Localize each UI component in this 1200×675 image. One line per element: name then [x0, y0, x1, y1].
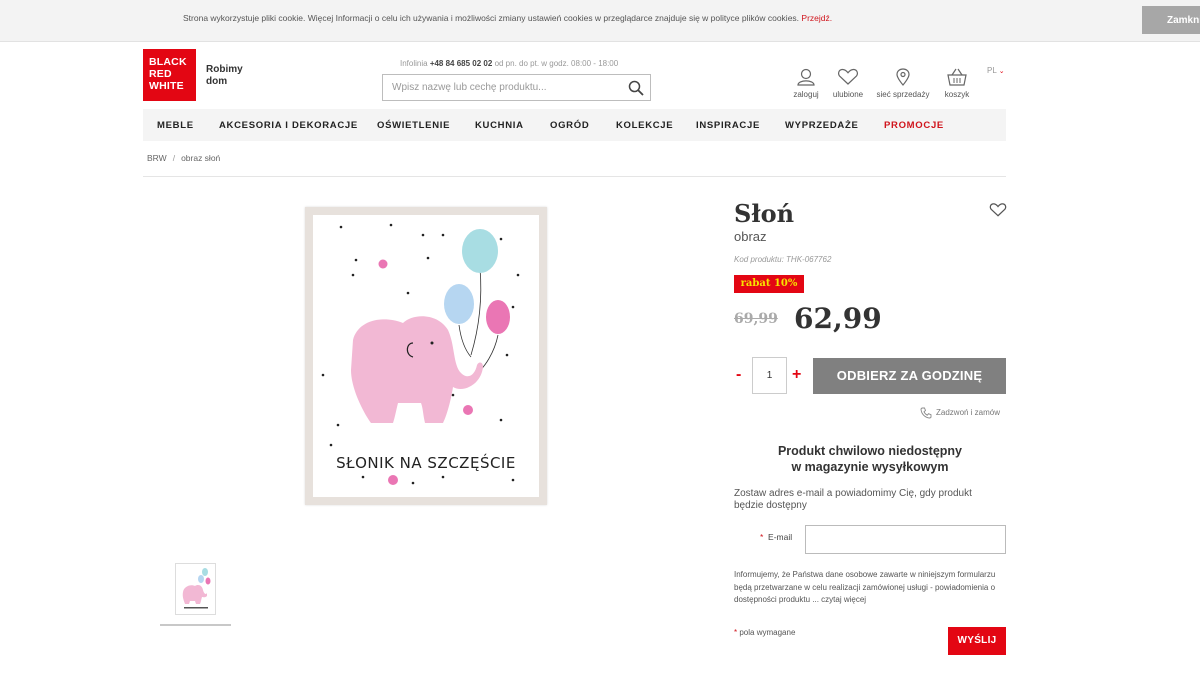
logo-line: RED [149, 68, 172, 80]
discount-badge: rabat 10% [734, 275, 804, 293]
breadcrumb-separator: / [172, 153, 176, 163]
unavailable-line-1: Produkt chwilowo niedostępny [777, 444, 963, 458]
cart-action[interactable]: koszyk [925, 68, 989, 99]
balloon-teal [462, 229, 498, 273]
infoline-hours: od pn. do pt. w godz. 08:00 - 18:00 [494, 59, 619, 68]
elephant [351, 316, 483, 423]
quantity-increase-button[interactable]: + [792, 366, 801, 384]
nav-item-oswietlenie[interactable]: OŚWIETLENIE [377, 120, 450, 131]
cookie-message: Strona wykorzystuje pliki cookie. Więcej… [183, 13, 800, 23]
favorites-label: ulubione [832, 90, 864, 99]
privacy-text: Informujemy, że Państwa dane osobowe zaw… [734, 570, 996, 604]
image-caption: SŁONIK NA SZCZĘŚCIE [336, 453, 516, 472]
pink-dot [378, 259, 388, 269]
email-field[interactable] [805, 525, 1006, 554]
unavailable-message: Produkt chwilowo niedostępny w magazynie… [734, 443, 1006, 475]
cookie-bar: Strona wykorzystuje pliki cookie. Więcej… [0, 0, 1200, 42]
send-button[interactable]: WYŚLIJ [948, 627, 1006, 655]
heart-icon [838, 68, 858, 85]
heart-icon[interactable] [989, 202, 1007, 218]
balloon-pink [486, 300, 510, 334]
notify-description: Zostaw adres e-mail a powiadomimy Cię, g… [734, 488, 972, 511]
brand-tagline: Robimy dom [206, 64, 243, 87]
nav-item-meble[interactable]: MEBLE [157, 120, 194, 131]
login-label: zaloguj [793, 90, 819, 99]
email-field-label: * E-mail [760, 532, 792, 542]
nav-item-wyprzedaze[interactable]: WYPRZEDAŻE [785, 120, 859, 131]
divider [143, 176, 1006, 177]
product-code: Kod produktu: THK-067762 [734, 255, 832, 264]
infoline-phone[interactable]: +48 84 685 02 02 [430, 59, 493, 68]
pink-dot [463, 405, 473, 415]
product-subtitle: obraz [734, 229, 767, 244]
nav-item-kuchnia[interactable]: KUCHNIA [475, 120, 524, 131]
user-icon [797, 68, 815, 86]
language-label: PL [987, 66, 997, 75]
language-selector[interactable]: PL ⌄ [987, 66, 1005, 75]
pickup-in-hour-button[interactable]: ODBIERZ ZA GODZINĘ [813, 358, 1006, 394]
required-fields-note: * pola wymagane [734, 628, 795, 637]
unavailable-line-2: w magazynie wysyłkowym [791, 460, 949, 474]
breadcrumb-current: obraz słoń [181, 153, 221, 163]
nav-item-ogrod[interactable]: OGRÓD [550, 120, 589, 131]
balloon-blue [444, 284, 474, 324]
logo-line: BLACK [149, 56, 187, 68]
main-nav: MEBLE AKCESORIA I DEKORACJE OŚWIETLENIE … [143, 109, 1006, 141]
cart-label: koszyk [944, 90, 970, 99]
search-box [382, 74, 651, 101]
privacy-notice: Informujemy, że Państwa dane osobowe zaw… [734, 569, 1009, 607]
product-image[interactable]: SŁONIK NA SZCZĘŚCIE [305, 207, 547, 505]
current-price: 62,99 [794, 302, 882, 335]
basket-icon [947, 68, 967, 86]
chevron-down-icon: ⌄ [998, 68, 1005, 75]
cookie-policy-link[interactable]: Przejdź. [801, 13, 832, 23]
nav-item-promocje[interactable]: PROMOCJE [884, 120, 944, 131]
logo-line: WHITE [149, 80, 184, 92]
product-thumbnail[interactable] [175, 563, 216, 615]
cookie-text: Strona wykorzystuje pliki cookie. Więcej… [183, 13, 832, 23]
product-title: Słoń [734, 199, 795, 228]
required-mark: * [760, 532, 764, 542]
pink-dot [388, 475, 398, 485]
call-and-order-link[interactable]: Zadzwoń i zamów [920, 407, 1000, 419]
thumbnail-active-indicator [160, 624, 231, 626]
quantity-decrease-button[interactable]: - [736, 366, 741, 384]
breadcrumb: BRW / obraz słoń [147, 153, 220, 163]
nav-item-kolekcje[interactable]: KOLEKCJE [616, 120, 673, 131]
infoline-label: Infolinia [400, 59, 428, 68]
nav-item-inspiracje[interactable]: INSPIRACJE [696, 120, 760, 131]
required-mark: * [734, 628, 738, 637]
location-pin-icon [896, 68, 910, 86]
product-image-canvas: SŁONIK NA SZCZĘŚCIE [313, 215, 539, 497]
required-note-text: pola wymagane [739, 628, 796, 637]
search-icon[interactable] [628, 80, 644, 96]
search-input[interactable] [383, 75, 613, 100]
email-label-text: E-mail [768, 532, 793, 542]
cookie-close-button[interactable]: Zamknij [1142, 6, 1200, 34]
nav-item-akcesoria[interactable]: AKCESORIA I DEKORACJE [219, 120, 358, 131]
thumbnail-image [182, 568, 211, 609]
call-order-label: Zadzwoń i zamów [936, 408, 1001, 418]
old-price: 69,99 [734, 311, 778, 327]
quantity-input[interactable] [752, 357, 787, 394]
brand-logo[interactable]: BLACK RED WHITE [143, 49, 196, 101]
phone-icon [920, 407, 932, 419]
breadcrumb-home[interactable]: BRW [147, 153, 167, 163]
elephant-illustration: SŁONIK NA SZCZĘŚCIE [321, 223, 520, 485]
stores-label: sieć sprzedaży [876, 90, 930, 99]
infoline: Infolinia +48 84 685 02 02 od pn. do pt.… [400, 59, 618, 68]
